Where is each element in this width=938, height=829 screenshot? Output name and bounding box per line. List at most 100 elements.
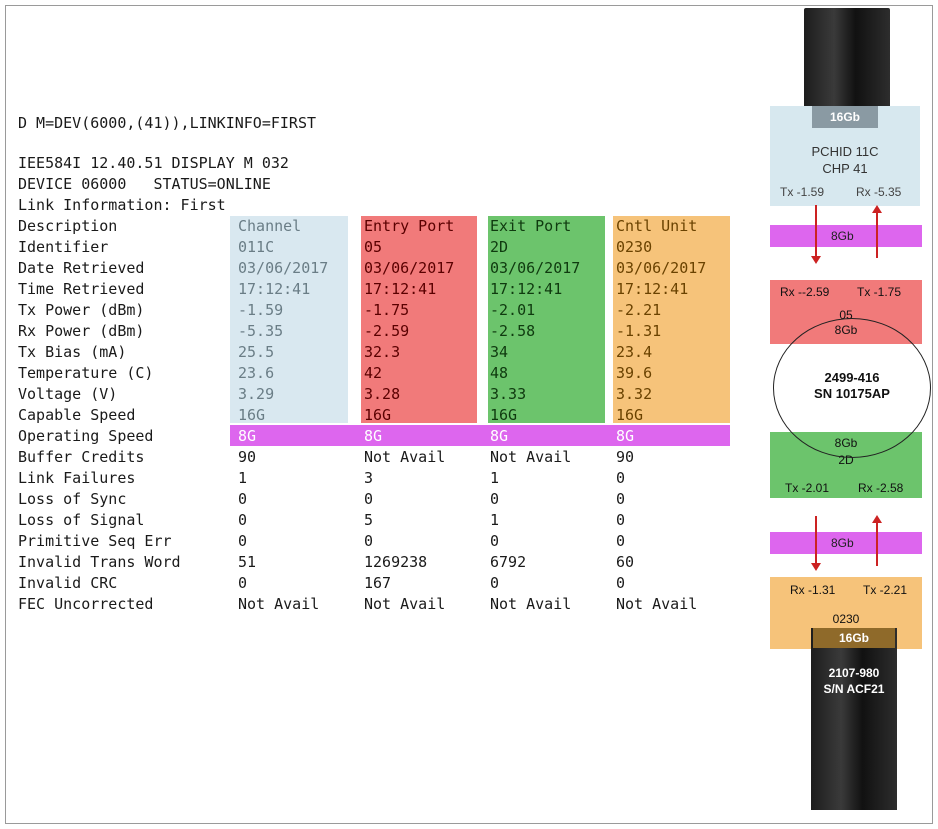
exit-port-value: 8G — [490, 427, 509, 445]
table-row-temperature: Temperature (C) 23.6 42 48 39.6 — [18, 363, 733, 384]
storage-device-image — [811, 628, 897, 810]
entry-port-value: 3.28 — [364, 385, 401, 403]
table-row-rx-power: Rx Power (dBm) -5.35 -2.59 -2.58 -1.31 — [18, 321, 733, 342]
link2-up-arrow — [876, 522, 878, 566]
channel-value: 0 — [238, 574, 248, 592]
entry-port-value: 17:12:41 — [364, 280, 437, 298]
column-header-entry-port: Entry Port — [364, 217, 455, 235]
exit-port-value: 1 — [490, 511, 500, 529]
cntl-unit-value: 0 — [616, 532, 626, 550]
row-label: Date Retrieved — [18, 259, 145, 277]
exit-port-value: 3.33 — [490, 385, 527, 403]
exit-port-value: 17:12:41 — [490, 280, 563, 298]
entry-port-value: 05 — [364, 238, 383, 256]
row-label: Invalid Trans Word — [18, 553, 181, 571]
cntl-unit-value: 39.6 — [616, 364, 653, 382]
up-arrow-icon — [872, 515, 882, 523]
down-arrow-icon — [811, 563, 821, 571]
channel-value: 0 — [238, 511, 248, 529]
link2-down-arrow — [815, 516, 817, 566]
entry-port-value: 03/06/2017 — [364, 259, 455, 277]
table-header-row: Description Channel Entry Port Exit Port… — [18, 216, 733, 237]
exit-port-tx: Tx -2.01 — [785, 481, 830, 495]
cntl-unit-value: 8G — [616, 427, 635, 445]
exit-port-value: 2D — [490, 238, 509, 256]
entry-port-value: 8G — [364, 427, 383, 445]
entry-port-value: 42 — [364, 364, 383, 382]
channel-value: 3.29 — [238, 385, 275, 403]
cntl-unit-value: 60 — [616, 553, 635, 571]
exit-port-value: 34 — [490, 343, 509, 361]
control-unit-tx: Tx -2.21 — [863, 583, 908, 597]
cntl-unit-value: 16G — [616, 406, 644, 424]
row-label: Tx Bias (mA) — [18, 343, 127, 361]
header-line-2: DEVICE 06000 STATUS=ONLINE — [18, 175, 271, 193]
exit-port-value: 6792 — [490, 553, 527, 571]
entry-port-tx: Tx -1.75 — [857, 285, 902, 299]
row-label: Time Retrieved — [18, 280, 145, 298]
table-row-invalid-crc: Invalid CRC 0 167 0 0 — [18, 573, 733, 594]
table-row-link-failures: Link Failures 1 3 1 0 — [18, 468, 733, 489]
entry-port-value: 3 — [364, 469, 374, 487]
control-unit-speed: 16Gb — [838, 631, 869, 645]
entry-port-rx: Rx --2.59 — [780, 285, 830, 299]
entry-port-value: Not Avail — [364, 595, 446, 613]
exit-port-value: 0 — [490, 532, 500, 550]
entry-port-value: -1.75 — [364, 301, 410, 319]
exit-port-value: 0 — [490, 574, 500, 592]
column-header-cntl-unit: Cntl Unit — [616, 217, 698, 235]
cntl-unit-value: 0 — [616, 469, 626, 487]
table-row-fec-uncorrected: FEC Uncorrected Not Avail Not Avail Not Ava… — [18, 594, 733, 615]
host-chp: CHP 41 — [822, 161, 868, 176]
channel-value: 1 — [238, 469, 248, 487]
table-row-loss-of-sync: Loss of Sync 0 0 0 0 — [18, 489, 733, 510]
channel-value: 03/06/2017 — [238, 259, 329, 277]
table-row-date-retrieved: Date Retrieved 03/06/2017 03/06/2017 03/06/… — [18, 258, 733, 279]
entry-port-value: 167 — [364, 574, 392, 592]
header-line-1: IEE584I 12.40.51 DISPLAY M 032 — [18, 154, 289, 172]
cntl-unit-value: 90 — [616, 448, 635, 466]
exit-port-value: -2.58 — [490, 322, 536, 340]
channel-value: 17:12:41 — [238, 280, 311, 298]
channel-value: -5.35 — [238, 322, 284, 340]
entry-port-value: 5 — [364, 511, 374, 529]
entry-port-value: Not Avail — [364, 448, 446, 466]
up-arrow-icon — [872, 205, 882, 213]
command-line: D M=DEV(6000,(41)),LINKINFO=FIRST — [18, 114, 317, 132]
entry-port-value: 32.3 — [364, 343, 401, 361]
row-label: Rx Power (dBm) — [18, 322, 145, 340]
cntl-unit-value: 3.32 — [616, 385, 653, 403]
row-label: Capable Speed — [18, 406, 136, 424]
exit-port-value: 1 — [490, 469, 500, 487]
channel-value: 23.6 — [238, 364, 275, 382]
link1-down-arrow — [815, 205, 817, 260]
cntl-unit-value: 0 — [616, 574, 626, 592]
table-row-time-retrieved: Time Retrieved 17:12:41 17:12:41 17:12:41 17… — [18, 279, 733, 300]
table-row-buffer-credits: Buffer Credits 90 Not Avail Not Avail 90 — [18, 447, 733, 468]
table-row-loss-of-signal: Loss of Signal 0 5 1 0 — [18, 510, 733, 531]
row-label: Identifier — [18, 238, 109, 256]
cntl-unit-value: Not Avail — [616, 595, 698, 613]
channel-value: 51 — [238, 553, 257, 571]
channel-value: Not Avail — [238, 595, 320, 613]
table-row-tx-bias: Tx Bias (mA) 25.5 32.3 34 23.4 — [18, 342, 733, 363]
channel-value: 0 — [238, 490, 248, 508]
cntl-unit-value: 0230 — [616, 238, 653, 256]
host-rx: Rx -5.35 — [856, 185, 902, 199]
exit-port-value: Not Avail — [490, 448, 572, 466]
channel-value: 16G — [238, 406, 266, 424]
entry-port-value: 16G — [364, 406, 392, 424]
entry-port-value: 0 — [364, 490, 374, 508]
row-label: Temperature (C) — [18, 364, 154, 382]
exit-port-value: 16G — [490, 406, 518, 424]
link1-up-arrow — [876, 212, 878, 258]
exit-port-value: 03/06/2017 — [490, 259, 581, 277]
cntl-unit-value: -1.31 — [616, 322, 662, 340]
exit-port-rx: Rx -2.58 — [858, 481, 904, 495]
channel-value: 8G — [238, 427, 257, 445]
column-header-exit-port: Exit Port — [490, 217, 572, 235]
cntl-unit-value: 0 — [616, 511, 626, 529]
exit-port-value: 48 — [490, 364, 509, 382]
cntl-unit-value: 23.4 — [616, 343, 653, 361]
table-row-identifier: Identifier 011C 05 2D 0230 — [18, 237, 733, 258]
